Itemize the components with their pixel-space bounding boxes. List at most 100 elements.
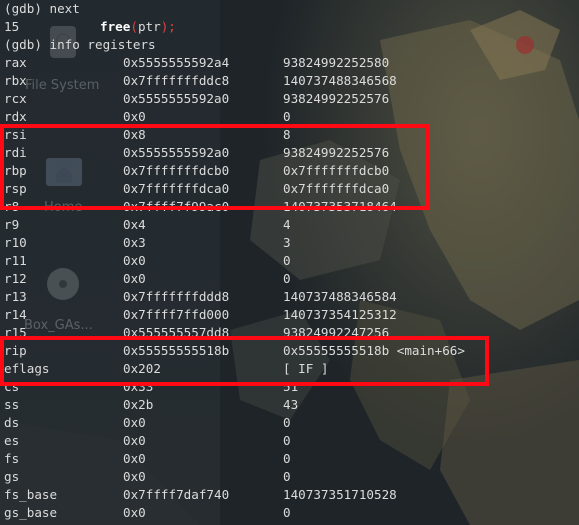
source-close-paren: ); [160,19,176,34]
register-natural-value: 0 [283,109,291,124]
register-hex-value: 0x7fffffffddc8 [123,73,230,88]
gdb-command-line: (gdb) next [0,0,579,18]
register-hex-value: 0x0 [123,415,146,430]
register-hex-value: 0x0 [123,109,146,124]
register-natural-value: 140737488346584 [283,289,397,304]
register-name: rdi [4,145,27,160]
register-natural-value: 0 [283,415,291,430]
register-name: rcx [4,91,27,106]
register-name: es [4,433,20,448]
register-natural-value: 93824992252576 [283,145,390,160]
register-hex-value: 0x7fffffffddd8 [123,289,230,304]
register-name: rip [4,343,27,358]
register-name: fs_base [4,487,58,502]
source-function-name: free [100,19,131,34]
register-hex-value: 0x0 [123,253,146,268]
register-row-rdx: rdx 0x0 0 [0,108,579,126]
gdb-command-text: (gdb) next [4,1,80,16]
register-name: rax [4,55,27,70]
register-hex-value: 0x555555557dd8 [123,325,230,340]
register-row-r14: r14 0x7ffff7ffd000 140737354125312 [0,306,579,324]
register-row-es: es 0x0 0 [0,432,579,450]
register-name: rsp [4,181,27,196]
source-code: free(ptr); [100,18,176,36]
register-row-rcx: rcx 0x5555555592a0 93824992252576 [0,90,579,108]
register-natural-value: 8 [283,127,291,142]
register-hex-value: 0x0 [123,271,146,286]
register-row-r15: r15 0x555555557dd8 93824992247256 [0,324,579,342]
register-natural-value: 0 [283,253,291,268]
register-natural-value: 0 [283,433,291,448]
register-name: gs_base [4,505,58,520]
register-hex-value: 0x7fffffffdca0 [123,181,230,196]
register-natural-value: 140737488346568 [283,73,397,88]
register-natural-value: 0x55555555518b <main+66> [283,343,465,358]
register-hex-value: 0x2b [123,397,154,412]
register-row-rsi: rsi 0x8 8 [0,126,579,144]
register-natural-value: 0 [283,505,291,520]
register-hex-value: 0x202 [123,361,161,376]
register-natural-value: 51 [283,379,299,394]
register-name: r10 [4,235,27,250]
register-name: rdx [4,109,27,124]
register-row-rsp: rsp 0x7fffffffdca0 0x7fffffffdca0 [0,180,579,198]
register-name: cs [4,379,20,394]
register-natural-value: 140737354125312 [283,307,397,322]
register-row-ss: ss 0x2b 43 [0,396,579,414]
register-name: rbp [4,163,27,178]
register-hex-value: 0x0 [123,433,146,448]
register-natural-value: 93824992247256 [283,325,390,340]
register-name: eflags [4,361,50,376]
register-hex-value: 0x0 [123,505,146,520]
register-row-gs_base: gs_base 0x0 0 [0,504,579,522]
register-hex-value: 0x55555555518b [123,343,230,358]
register-natural-value: 140737351710528 [283,487,397,502]
register-row-r9: r9 0x4 4 [0,216,579,234]
register-row-eflags: eflags 0x202 [ IF ] [0,360,579,378]
register-row-rbp: rbp 0x7fffffffdcb0 0x7fffffffdcb0 [0,162,579,180]
register-natural-value: 0 [283,469,291,484]
register-row-r12: r12 0x0 0 [0,270,579,288]
register-hex-value: 0x7ffff7ffd000 [123,307,230,322]
register-name: r9 [4,217,20,232]
register-row-r10: r10 0x3 3 [0,234,579,252]
register-natural-value: 0 [283,271,291,286]
gdb-command-text: (gdb) info registers [4,37,156,52]
register-row-fs_base: fs_base 0x7ffff7daf740 140737351710528 [0,486,579,504]
register-row-rdi: rdi 0x5555555592a0 93824992252576 [0,144,579,162]
register-hex-value: 0x5555555592a0 [123,145,230,160]
register-hex-value: 0x5555555592a4 [123,55,230,70]
register-row-fs: fs 0x0 0 [0,450,579,468]
register-natural-value: 0 [283,451,291,466]
register-natural-value: 0x7fffffffdca0 [283,181,390,196]
register-hex-value: 0x7fffffffdcb0 [123,163,230,178]
register-row-r8: r8 0x7ffff7f99ac0 140737353718464 [0,198,579,216]
register-name: ss [4,397,20,412]
register-name: rsi [4,127,27,142]
register-row-rip: rip 0x55555555518b 0x55555555518b <main+66… [0,342,579,360]
source-open-paren: ( [130,19,138,34]
gdb-command-line: (gdb) info registers [0,36,579,54]
register-natural-value: 140737353718464 [283,199,397,214]
register-row-gs: gs 0x0 0 [0,468,579,486]
register-row-ds: ds 0x0 0 [0,414,579,432]
register-name: r8 [4,199,20,214]
register-name: ds [4,415,20,430]
register-hex-value: 0x5555555592a0 [123,91,230,106]
terminal-output[interactable]: (gdb) next 15 free(ptr); (gdb) info registe… [0,0,579,525]
register-row-r11: r11 0x0 0 [0,252,579,270]
register-natural-value: 3 [283,235,291,250]
register-row-cs: cs 0x33 51 [0,378,579,396]
register-hex-value: 0x7ffff7f99ac0 [123,199,230,214]
register-name: r15 [4,325,27,340]
source-argument: ptr [137,19,161,34]
register-hex-value: 0x7ffff7daf740 [123,487,230,502]
register-name: r11 [4,253,27,268]
register-row-r13: r13 0x7fffffffddd8 140737488346584 [0,288,579,306]
register-hex-value: 0x8 [123,127,146,142]
register-hex-value: 0x0 [123,451,146,466]
source-line-number: 15 [4,19,20,34]
register-natural-value: 0x7fffffffdcb0 [283,163,390,178]
register-natural-value: 4 [283,217,291,232]
register-name: rbx [4,73,27,88]
